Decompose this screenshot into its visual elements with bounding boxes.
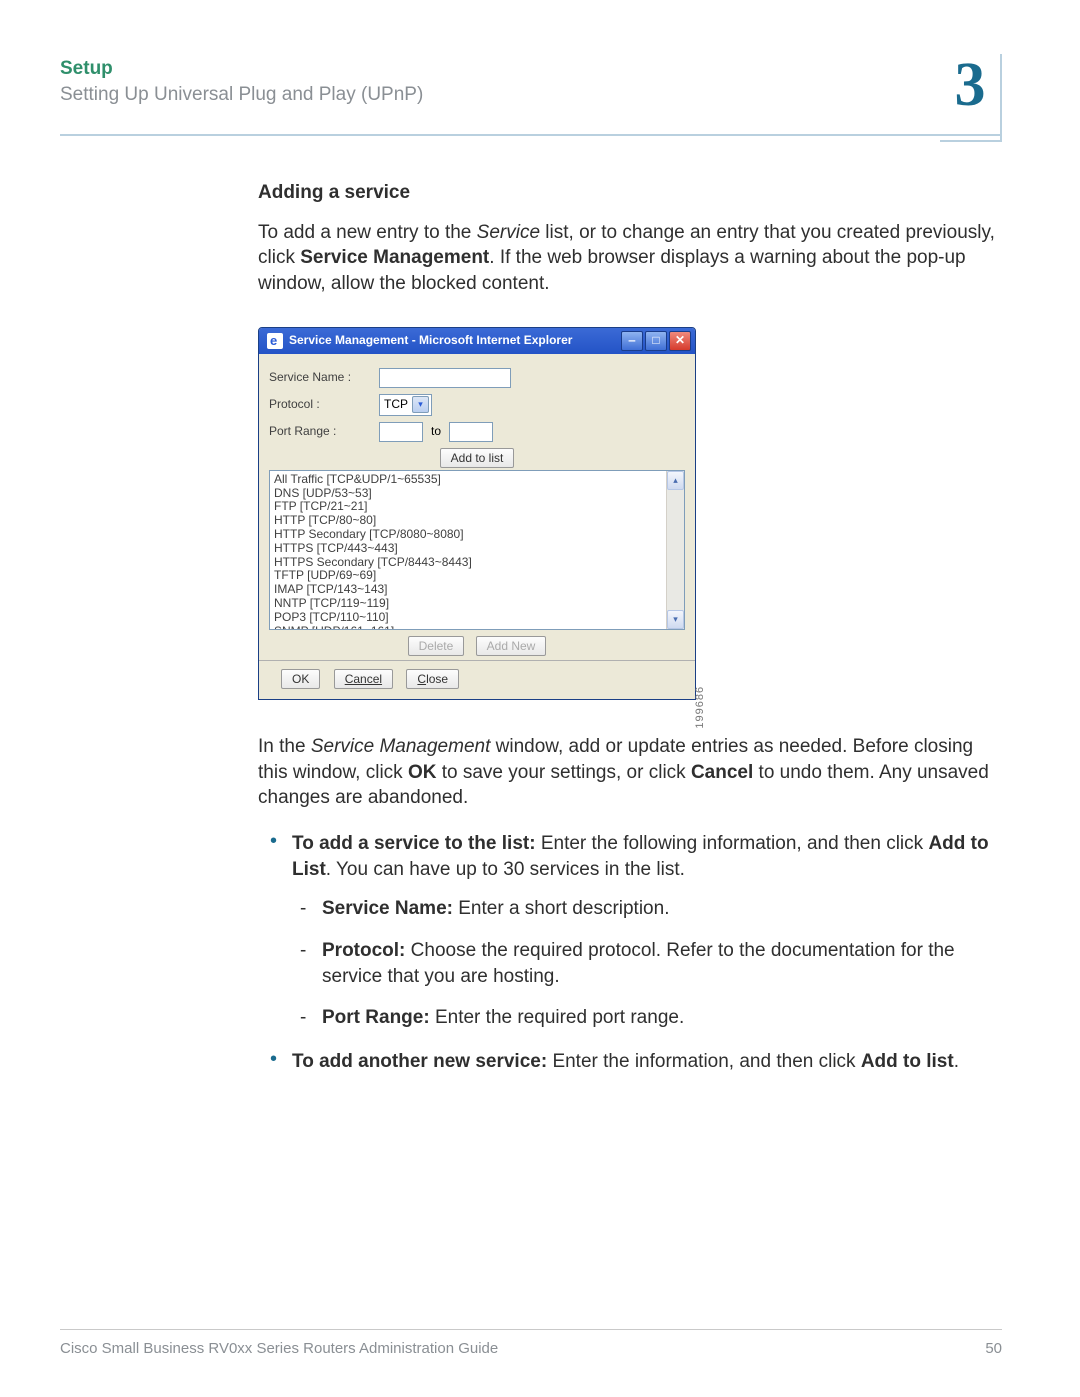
- footer-title: Cisco Small Business RV0xx Series Router…: [60, 1340, 498, 1357]
- add-new-button[interactable]: Add New: [476, 636, 547, 656]
- input-port-to[interactable]: [449, 422, 493, 442]
- select-protocol[interactable]: TCP ▾: [379, 394, 432, 416]
- label-to: to: [431, 423, 441, 439]
- paragraph-2: In the Service Management window, add or…: [258, 734, 1002, 811]
- subbullet-protocol: Protocol: Choose the required protocol. …: [322, 938, 1002, 989]
- scroll-track[interactable]: [667, 490, 684, 610]
- scroll-down-icon[interactable]: ▾: [667, 610, 684, 629]
- list-item[interactable]: SNMP [UDP/161~161]: [274, 625, 662, 629]
- dialog-separator: [259, 660, 695, 661]
- list-item[interactable]: HTTP [TCP/80~80]: [274, 514, 662, 528]
- label-service-name: Service Name :: [269, 369, 379, 385]
- subbullet-port-range: Port Range: Enter the required port rang…: [322, 1005, 1002, 1031]
- bullet-add-another: To add another new service: Enter the in…: [292, 1049, 1002, 1075]
- image-id: 199686: [693, 686, 708, 729]
- list-item[interactable]: IMAP [TCP/143~143]: [274, 583, 662, 597]
- list-item[interactable]: TFTP [UDP/69~69]: [274, 569, 662, 583]
- label-port-range: Port Range :: [269, 423, 379, 439]
- list-item[interactable]: HTTPS Secondary [TCP/8443~8443]: [274, 556, 662, 570]
- delete-button[interactable]: Delete: [408, 636, 465, 656]
- dialog-titlebar[interactable]: Service Management - Microsoft Internet …: [259, 328, 695, 354]
- scroll-up-icon[interactable]: ▴: [667, 471, 684, 490]
- list-item[interactable]: POP3 [TCP/110~110]: [274, 611, 662, 625]
- chapter-number: 3: [955, 54, 986, 116]
- ok-button[interactable]: OK: [281, 669, 320, 689]
- service-list[interactable]: All Traffic [TCP&UDP/1~65535] DNS [UDP/5…: [270, 471, 666, 629]
- footer-rule: [60, 1329, 1002, 1330]
- bullet-add-service: To add a service to the list: Enter the …: [292, 831, 1002, 1031]
- chapter-number-box: 3: [940, 54, 1002, 142]
- page-number: 50: [985, 1340, 1002, 1357]
- section-subtitle: Setting Up Universal Plug and Play (UPnP…: [60, 84, 423, 106]
- label-protocol: Protocol :: [269, 396, 379, 412]
- section-title: Setup: [60, 58, 423, 80]
- close-lower-button[interactable]: Close: [406, 669, 459, 689]
- close-button[interactable]: ✕: [669, 331, 691, 351]
- list-item[interactable]: HTTPS [TCP/443~443]: [274, 542, 662, 556]
- list-item[interactable]: All Traffic [TCP&UDP/1~65535]: [274, 473, 662, 487]
- dialog-title: Service Management - Microsoft Internet …: [289, 332, 572, 348]
- list-item[interactable]: HTTP Secondary [TCP/8080~8080]: [274, 528, 662, 542]
- input-service-name[interactable]: [379, 368, 511, 388]
- subbullet-service-name: Service Name: Enter a short description.: [322, 896, 1002, 922]
- maximize-button[interactable]: □: [645, 331, 667, 351]
- add-to-list-button[interactable]: Add to list: [440, 448, 515, 468]
- minimize-button[interactable]: ‒: [621, 331, 643, 351]
- list-item[interactable]: FTP [TCP/21~21]: [274, 500, 662, 514]
- ie-icon: [267, 333, 283, 349]
- list-item[interactable]: DNS [UDP/53~53]: [274, 487, 662, 501]
- input-port-from[interactable]: [379, 422, 423, 442]
- cancel-button[interactable]: Cancel: [334, 669, 393, 689]
- intro-paragraph: To add a new entry to the Service list, …: [258, 220, 1002, 297]
- service-list-panel: All Traffic [TCP&UDP/1~65535] DNS [UDP/5…: [269, 470, 685, 630]
- chevron-down-icon[interactable]: ▾: [412, 396, 429, 413]
- header-rule: [60, 134, 1002, 136]
- scrollbar[interactable]: ▴ ▾: [666, 471, 684, 629]
- select-protocol-value: TCP: [384, 396, 408, 412]
- dialog-service-management: Service Management - Microsoft Internet …: [258, 327, 696, 701]
- list-item[interactable]: NNTP [TCP/119~119]: [274, 597, 662, 611]
- heading-adding-service: Adding a service: [258, 180, 1002, 206]
